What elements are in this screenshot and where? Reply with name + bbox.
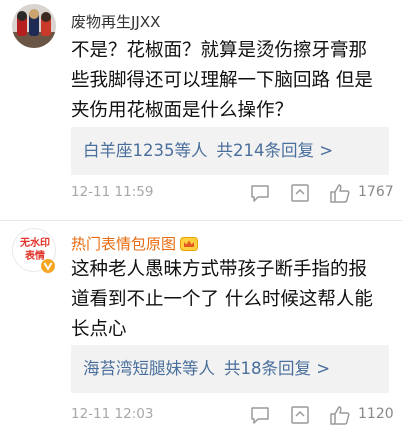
reply-count: 共18条回复 >: [224, 359, 331, 378]
username[interactable]: 热门表情包原图: [71, 234, 199, 254]
timestamp: 12-11 11:59: [71, 184, 154, 200]
comment-icon[interactable]: [249, 182, 271, 204]
username[interactable]: 废物再生JJXX: [71, 12, 160, 32]
timestamp: 12-11 12:03: [71, 406, 154, 422]
like-count: 1120: [358, 406, 394, 422]
comment-line: 夹伤用花椒面是什么操作？: [71, 100, 294, 121]
thumbs-up-icon[interactable]: [329, 182, 351, 204]
username-text: 热门表情包原图: [71, 235, 177, 253]
comment-item: 无水印 表情 热门表情包原图 这种老人愚昧方式带孩子断手指的报 道看到不止一个了…: [0, 220, 402, 441]
crown-badge-icon: [180, 236, 199, 251]
like-count: 1767: [358, 184, 394, 200]
reply-authors: 海苔湾短腿妹等人: [83, 359, 215, 378]
comment-icon[interactable]: [249, 404, 271, 426]
replies-link[interactable]: 海苔湾短腿妹等人 共18条回复 >: [71, 345, 389, 393]
comment-line: 长点心: [71, 319, 127, 340]
avatar-text: 无水印: [20, 238, 50, 249]
verified-badge-icon: [40, 258, 56, 274]
reply-authors: 白羊座1235等人: [83, 141, 208, 160]
comment-line: 不是？花椒面？就算是烫伤擦牙膏那: [71, 40, 368, 61]
share-icon[interactable]: [289, 182, 311, 204]
replies-link[interactable]: 白羊座1235等人 共214条回复 >: [71, 127, 389, 175]
comment-text: 不是？花椒面？就算是烫伤擦牙膏那 些我脚得还可以理解一下脑回路 但是 夹伤用花椒…: [71, 36, 389, 126]
comment-meta: 12-11 12:03 1120: [71, 404, 402, 428]
comment-item: 废物再生JJXX 不是？花椒面？就算是烫伤擦牙膏那 些我脚得还可以理解一下脑回路…: [0, 0, 402, 220]
comment-line: 道看到不止一个了 什么时候这帮人能: [71, 289, 373, 310]
comment-line: 这种老人愚昧方式带孩子断手指的报: [71, 259, 368, 280]
thumbs-up-icon[interactable]: [329, 404, 351, 426]
comment-line: 些我脚得还可以理解一下脑回路 但是: [71, 70, 373, 91]
avatar[interactable]: [12, 4, 56, 48]
comment-text: 这种老人愚昧方式带孩子断手指的报 道看到不止一个了 什么时候这帮人能 长点心: [71, 255, 389, 345]
reply-count: 共214条回复 >: [216, 141, 334, 160]
comment-meta: 12-11 11:59 1767: [71, 182, 402, 206]
share-icon[interactable]: [289, 404, 311, 426]
